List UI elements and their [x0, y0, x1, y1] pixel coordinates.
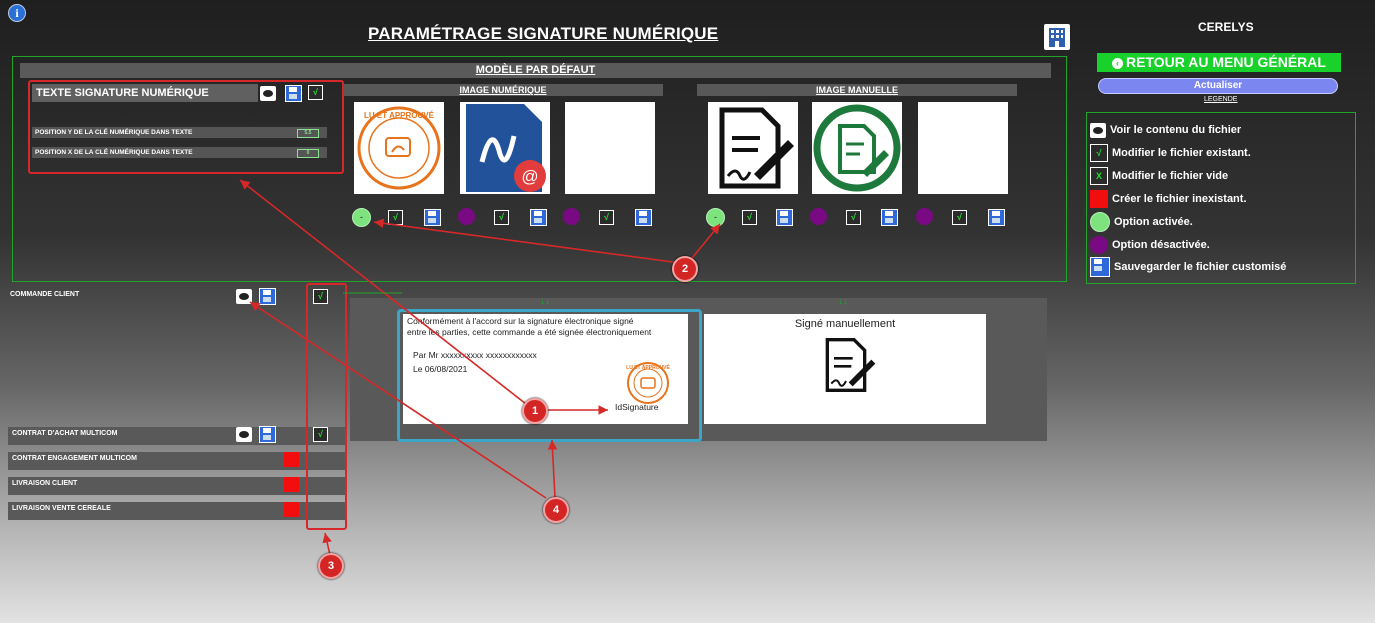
annotation-arrows [239, 179, 721, 556]
annotation-badge: 3 [318, 553, 344, 579]
annotation-badge: 4 [543, 497, 569, 523]
annotation-badge: 2 [672, 256, 698, 282]
annotation-badge: 1 [522, 398, 548, 424]
